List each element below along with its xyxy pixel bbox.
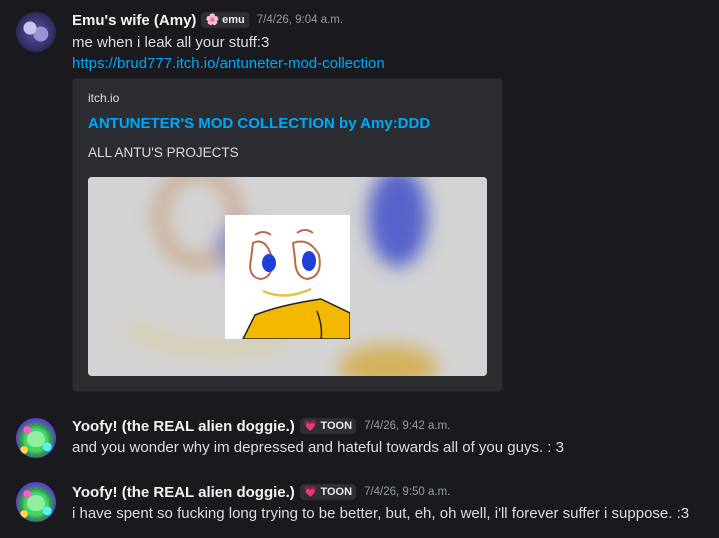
embed-title[interactable]: ANTUNETER'S MOD COLLECTION by Amy:DDD bbox=[88, 115, 430, 132]
flower-icon: 🌸 bbox=[205, 13, 220, 26]
avatar[interactable] bbox=[16, 12, 56, 52]
role-tag[interactable]: 💗 TOON bbox=[299, 418, 357, 434]
username[interactable]: Yoofy! (the REAL alien doggie.) bbox=[72, 484, 295, 501]
timestamp[interactable]: 7/4/26, 9:50 a.m. bbox=[364, 486, 450, 498]
embed-thumbnail bbox=[225, 215, 350, 339]
username[interactable]: Emu's wife (Amy) bbox=[72, 12, 196, 29]
message-header: Yoofy! (the REAL alien doggie.) 💗 TOON 7… bbox=[72, 416, 450, 436]
embed-provider[interactable]: itch.io bbox=[88, 91, 119, 105]
role-tag[interactable]: 🌸 emu bbox=[201, 12, 249, 28]
role-tag-label: emu bbox=[222, 14, 245, 26]
timestamp[interactable]: 7/4/26, 9:42 a.m. bbox=[364, 420, 450, 432]
role-tag-label: TOON bbox=[320, 420, 353, 432]
message-text: and you wonder why im depressed and hate… bbox=[72, 439, 564, 456]
heart-icon: 💗 bbox=[303, 419, 318, 432]
timestamp[interactable]: 7/4/26, 9:04 a.m. bbox=[257, 14, 343, 26]
role-tag-label: TOON bbox=[320, 486, 353, 498]
avatar[interactable] bbox=[16, 482, 56, 522]
message-2: Yoofy! (the REAL alien doggie.) 💗 TOON 7… bbox=[0, 410, 719, 470]
heart-icon: 💗 bbox=[303, 485, 318, 498]
avatar[interactable] bbox=[16, 418, 56, 458]
message-text: i have spent so fucking long trying to b… bbox=[72, 505, 690, 522]
embed-image[interactable] bbox=[88, 177, 487, 376]
message-link[interactable]: https://brud777.itch.io/antuneter-mod-co… bbox=[72, 55, 385, 72]
username[interactable]: Yoofy! (the REAL alien doggie.) bbox=[72, 418, 295, 435]
message-header: Emu's wife (Amy) 🌸 emu 7/4/26, 9:04 a.m. bbox=[72, 10, 343, 30]
link-embed: itch.io ANTUNETER'S MOD COLLECTION by Am… bbox=[72, 78, 503, 392]
message-3: Yoofy! (the REAL alien doggie.) 💗 TOON 7… bbox=[0, 474, 719, 538]
message-text: me when i leak all your stuff:3 bbox=[72, 34, 270, 51]
message-1: Emu's wife (Amy) 🌸 emu 7/4/26, 9:04 a.m.… bbox=[0, 0, 719, 400]
message-header: Yoofy! (the REAL alien doggie.) 💗 TOON 7… bbox=[72, 482, 450, 502]
embed-description: ALL ANTU'S PROJECTS bbox=[88, 145, 239, 160]
role-tag[interactable]: 💗 TOON bbox=[299, 484, 357, 500]
